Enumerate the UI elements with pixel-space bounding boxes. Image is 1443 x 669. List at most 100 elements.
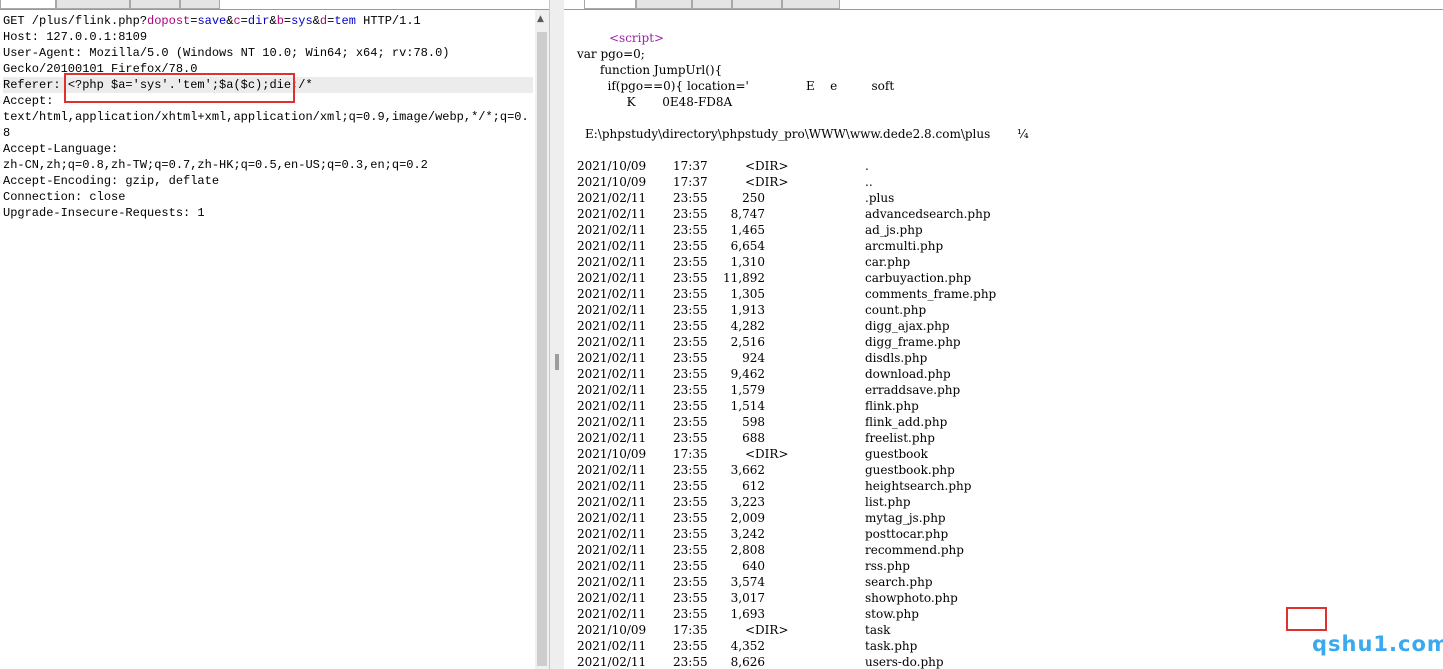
listing-time: 23:55 — [673, 287, 708, 301]
listing-name: flink.php — [865, 399, 919, 413]
query-string: dopost=save&c=dir&b=sys&d=tem — [147, 14, 356, 28]
tab-params[interactable] — [56, 0, 130, 9]
listing-size: 4,282 — [730, 319, 765, 333]
listing-time: 23:55 — [673, 527, 708, 541]
query-param-value: save — [197, 14, 227, 28]
listing-date: 2021/02/11 — [577, 527, 647, 541]
pane-splitter[interactable] — [549, 0, 564, 669]
scrollbar-thumb[interactable] — [537, 32, 547, 666]
tab-response-render[interactable] — [782, 0, 840, 9]
listing-row: 2021/02/11 23:55 3,574 search.php — [577, 574, 1437, 590]
response-body[interactable]: <script> var pgo=0; function JumpUrl(){ … — [577, 30, 1437, 669]
listing-name: guestbook.php — [865, 463, 955, 477]
code-line: if(pgo==0){ location=' E e soft — [577, 79, 895, 93]
request-scrollbar[interactable]: ▲ — [535, 10, 549, 669]
listing-date: 2021/02/11 — [577, 607, 647, 621]
listing-date: 2021/02/11 — [577, 431, 647, 445]
listing-row: 2021/02/11 23:55 3,223 list.php — [577, 494, 1437, 510]
scroll-up-arrow-icon[interactable]: ▲ — [537, 14, 544, 24]
directory-path: E:\phpstudy\directory\phpstudy_pro\WWW\w… — [585, 127, 1029, 141]
listing-size: 4,352 — [730, 639, 765, 653]
listing-time: 23:55 — [673, 319, 708, 333]
listing-date: 2021/02/11 — [577, 399, 647, 413]
listing-size: 2,009 — [730, 511, 765, 525]
listing-dir-flag: <DIR> — [745, 447, 789, 461]
listing-row: 2021/02/11 23:55 8,626 users-do.php — [577, 654, 1437, 669]
listing-time: 23:55 — [673, 207, 708, 221]
code-line: function JumpUrl(){ — [577, 63, 723, 77]
listing-size: 250 — [742, 191, 765, 205]
listing-time: 23:55 — [673, 495, 708, 509]
listing-dir-flag: <DIR> — [745, 623, 789, 637]
request-editor[interactable]: GET /plus/flink.php?dopost=save&c=dir&b=… — [3, 13, 533, 221]
listing-row: 2021/02/11 23:55 8,747 advancedsearch.php — [577, 206, 1437, 222]
listing-date: 2021/02/11 — [577, 255, 647, 269]
listing-name: rss.php — [865, 559, 910, 573]
listing-size: 11,892 — [723, 271, 765, 285]
script-open-tag: <script> — [577, 30, 1437, 46]
header-accept-value-cont: 8 — [3, 126, 11, 140]
listing-name: digg_ajax.php — [865, 319, 950, 333]
listing-size: 1,305 — [730, 287, 765, 301]
query-param-key: c — [233, 14, 241, 28]
listing-size: 3,662 — [730, 463, 765, 477]
tab-raw[interactable] — [0, 0, 56, 9]
listing-row: 2021/02/11 23:55 6,654 arcmulti.php — [577, 238, 1437, 254]
listing-name: car.php — [865, 255, 911, 269]
listing-date: 2021/02/11 — [577, 639, 647, 653]
listing-size: 1,913 — [730, 303, 765, 317]
listing-name: disdls.php — [865, 351, 928, 365]
listing-name: guestbook — [865, 447, 928, 461]
listing-date: 2021/02/11 — [577, 351, 647, 365]
listing-time: 23:55 — [673, 191, 708, 205]
payload-highlight-box — [64, 73, 295, 103]
tab-response-hex[interactable] — [692, 0, 732, 9]
listing-row: 2021/02/11 23:55 3,662 guestbook.php — [577, 462, 1437, 478]
listing-size: 1,514 — [730, 399, 765, 413]
listing-time: 23:55 — [673, 559, 708, 573]
tab-response-headers[interactable] — [636, 0, 692, 9]
code-line: K 0E48-FD8A — [577, 95, 733, 109]
header-accept-language: Accept-Language: — [3, 142, 119, 156]
listing-name: . — [865, 159, 869, 173]
listing-name: search.php — [865, 575, 933, 589]
listing-time: 17:35 — [673, 623, 708, 637]
tab-response-raw[interactable] — [584, 0, 636, 9]
listing-row: 2021/10/09 17:35 <DIR> guestbook — [577, 446, 1437, 462]
method-path: GET /plus/flink.php? — [3, 14, 148, 28]
listing-time: 23:55 — [673, 255, 708, 269]
listing-size: 640 — [742, 559, 765, 573]
listing-name: showphoto.php — [865, 591, 958, 605]
listing-time: 23:55 — [673, 655, 708, 669]
listing-size: 2,516 — [730, 335, 765, 349]
listing-time: 23:55 — [673, 351, 708, 365]
listing-name: mytag_js.php — [865, 511, 946, 525]
listing-size: 8,747 — [730, 207, 765, 221]
listing-name: ad_js.php — [865, 223, 923, 237]
listing-row: 2021/02/11 23:55 640 rss.php — [577, 558, 1437, 574]
listing-name: advancedsearch.php — [865, 207, 991, 221]
listing-dir-flag: <DIR> — [745, 159, 789, 173]
listing-name: users-do.php — [865, 655, 944, 669]
listing-size: 3,574 — [730, 575, 765, 589]
tab-hex[interactable] — [180, 0, 220, 9]
listing-date: 2021/02/11 — [577, 191, 647, 205]
listing-date: 2021/02/11 — [577, 543, 647, 557]
listing-time: 17:37 — [673, 175, 708, 189]
listing-time: 23:55 — [673, 223, 708, 237]
query-param-key: dopost — [147, 14, 191, 28]
listing-date: 2021/02/11 — [577, 479, 647, 493]
listing-row: 2021/02/11 23:55 2,516 digg_frame.php — [577, 334, 1437, 350]
header-accept-language-value: zh-CN,zh;q=0.8,zh-TW;q=0.7,zh-HK;q=0.5,e… — [3, 158, 428, 172]
splitter-grip-icon[interactable] — [555, 354, 559, 370]
listing-row: 2021/02/11 23:55 612 heightsearch.php — [577, 478, 1437, 494]
listing-date: 2021/02/11 — [577, 383, 647, 397]
listing-time: 23:55 — [673, 415, 708, 429]
tab-response-html[interactable] — [732, 0, 782, 9]
listing-date: 2021/02/11 — [577, 239, 647, 253]
listing-name: flink_add.php — [865, 415, 948, 429]
header-user-agent: User-Agent: Mozilla/5.0 (Windows NT 10.0… — [3, 46, 450, 60]
tab-headers[interactable] — [130, 0, 180, 9]
listing-name: count.php — [865, 303, 927, 317]
